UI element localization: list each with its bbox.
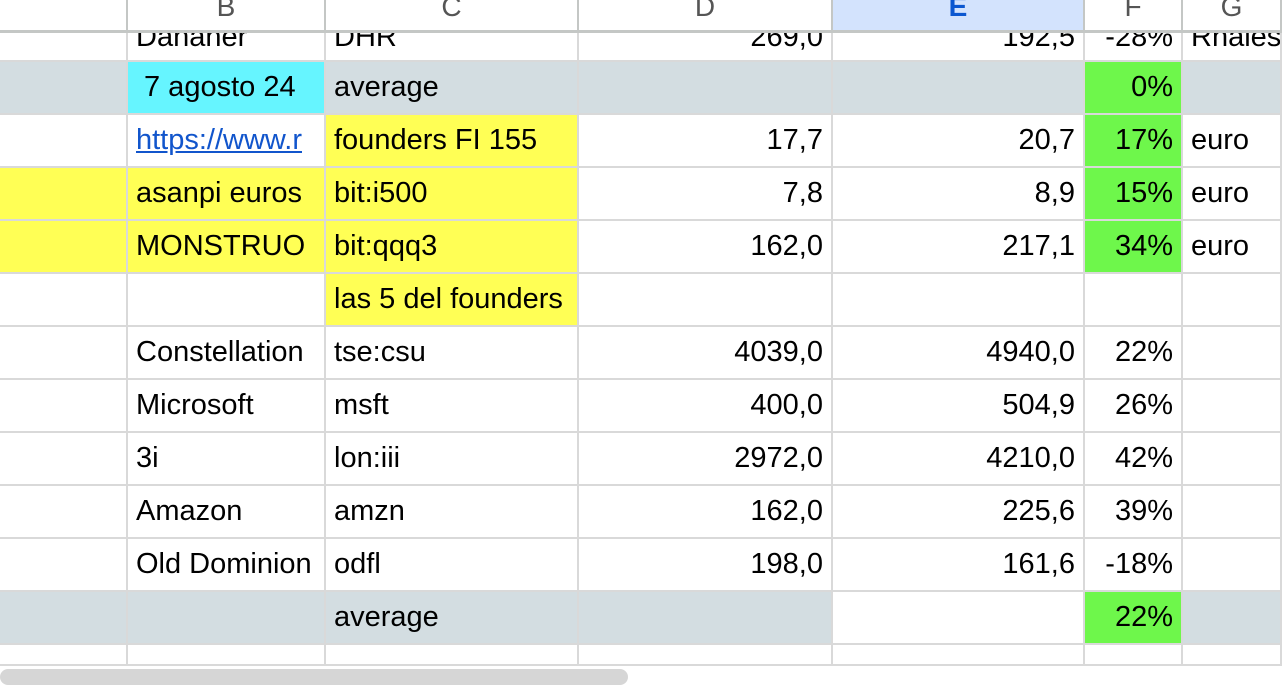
cell-average-return[interactable]: 0% [1085, 62, 1183, 115]
cell-empty[interactable] [833, 274, 1085, 327]
cell-company[interactable]: asanpi euros [128, 168, 326, 221]
cell-return[interactable]: -18% [1085, 539, 1183, 592]
cell-empty[interactable] [1183, 433, 1282, 486]
cell-a[interactable] [0, 380, 128, 433]
cell-link[interactable]: https://www.r [128, 115, 326, 168]
cell-price-now[interactable]: 161,6 [833, 539, 1085, 592]
cell-return[interactable]: 34% [1085, 221, 1183, 274]
cell-price-start[interactable]: 162,0 [579, 486, 833, 539]
cell-ticker[interactable]: amzn [326, 486, 579, 539]
cell-price-start[interactable]: 17,7 [579, 115, 833, 168]
col-header-a-overlay [0, 0, 128, 33]
cell-empty[interactable] [1183, 327, 1282, 380]
cell-empty[interactable] [128, 645, 326, 666]
cell-currency[interactable]: euro [1183, 115, 1282, 168]
cell-return[interactable]: 26% [1085, 380, 1183, 433]
cell-empty[interactable] [833, 645, 1085, 666]
cell-price-start[interactable]: 2972,0 [579, 433, 833, 486]
cell-date[interactable]: 7 agosto 24 [128, 62, 326, 115]
cell-currency[interactable]: euro [1183, 168, 1282, 221]
cell-empty[interactable] [1183, 539, 1282, 592]
cell-price-start[interactable]: 400,0 [579, 380, 833, 433]
col-header-c-overlay: C [326, 0, 579, 33]
cell-a[interactable] [0, 274, 128, 327]
cell-empty[interactable] [579, 62, 833, 115]
cell-price-start[interactable]: 162,0 [579, 221, 833, 274]
cell-return[interactable]: 42% [1085, 433, 1183, 486]
cell-a[interactable] [0, 168, 128, 221]
cell-a[interactable] [0, 645, 128, 666]
cell-empty[interactable] [128, 592, 326, 645]
cell-price-now[interactable]: 504,9 [833, 380, 1085, 433]
cell-company[interactable]: 3i [128, 433, 326, 486]
cell-empty[interactable] [579, 645, 833, 666]
cell-price-start[interactable]: 7,8 [579, 168, 833, 221]
cell-company[interactable]: Amazon [128, 486, 326, 539]
cell-empty[interactable] [326, 645, 579, 666]
cell-label[interactable]: average [326, 62, 579, 115]
cell-ticker[interactable]: tse:csu [326, 327, 579, 380]
cell-price-now[interactable]: 4210,0 [833, 433, 1085, 486]
cell-empty[interactable] [1183, 645, 1282, 666]
col-header-e-overlay: E [833, 0, 1085, 33]
cell-ticker[interactable]: bit:qqq3 [326, 221, 579, 274]
cell-label[interactable]: average [326, 592, 579, 645]
cell-empty[interactable] [579, 274, 833, 327]
cell-a[interactable] [0, 115, 128, 168]
cell-section-label[interactable]: las 5 del founders [326, 274, 579, 327]
cell-average-return[interactable]: 22% [1085, 592, 1183, 645]
col-header-g-overlay: G [1183, 0, 1282, 33]
cell-price-now[interactable]: 20,7 [833, 115, 1085, 168]
cell-return[interactable]: 17% [1085, 115, 1183, 168]
horizontal-scrollbar-thumb[interactable] [0, 669, 628, 685]
cell-ticker[interactable]: lon:iii [326, 433, 579, 486]
cell-return[interactable]: 39% [1085, 486, 1183, 539]
cell-empty[interactable] [1085, 645, 1183, 666]
cell-price-now[interactable]: 8,9 [833, 168, 1085, 221]
cell-a[interactable] [0, 539, 128, 592]
cell-a[interactable] [0, 486, 128, 539]
cell-company[interactable]: Microsoft [128, 380, 326, 433]
cell-empty[interactable] [1183, 592, 1282, 645]
cell-price-now[interactable]: 225,6 [833, 486, 1085, 539]
cell-price-now[interactable]: 217,1 [833, 221, 1085, 274]
cell-empty[interactable] [833, 592, 1085, 645]
col-header-f-overlay: F [1085, 0, 1183, 33]
cell-a[interactable] [0, 592, 128, 645]
cell-empty[interactable] [579, 592, 833, 645]
cell-company[interactable]: MONSTRUO [128, 221, 326, 274]
col-header-d-overlay: D [579, 0, 833, 33]
cell-a[interactable] [0, 327, 128, 380]
cell-empty[interactable] [833, 62, 1085, 115]
cell-currency[interactable]: euro [1183, 221, 1282, 274]
cell-company[interactable]: Old Dominion [128, 539, 326, 592]
cell-return[interactable]: 22% [1085, 327, 1183, 380]
cell-return[interactable]: 15% [1085, 168, 1183, 221]
cell-a[interactable] [0, 62, 128, 115]
cell-empty[interactable] [1183, 380, 1282, 433]
cell-empty[interactable] [1085, 274, 1183, 327]
cell-empty[interactable] [1183, 486, 1282, 539]
cell-empty[interactable] [128, 274, 326, 327]
cell-company[interactable]: Constellation [128, 327, 326, 380]
cell-price-start[interactable]: 198,0 [579, 539, 833, 592]
cell-price-now[interactable]: 4940,0 [833, 327, 1085, 380]
cell-empty[interactable] [1183, 62, 1282, 115]
cell-ticker[interactable]: odfl [326, 539, 579, 592]
cell-a[interactable] [0, 221, 128, 274]
url-link[interactable]: https://www.r [136, 124, 302, 156]
cell-price-start[interactable]: 4039,0 [579, 327, 833, 380]
cell-a[interactable] [0, 433, 128, 486]
cell-ticker[interactable]: msft [326, 380, 579, 433]
cell-empty[interactable] [1183, 274, 1282, 327]
col-header-b-overlay: B [128, 0, 326, 33]
cell-ticker[interactable]: founders FI 155 [326, 115, 579, 168]
cell-ticker[interactable]: bit:i500 [326, 168, 579, 221]
